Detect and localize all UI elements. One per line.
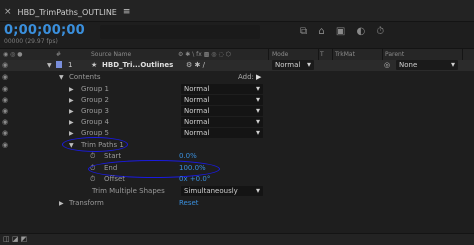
- column-header-mode[interactable]: Mode: [272, 51, 288, 58]
- chevron-down-icon: ▾: [255, 106, 260, 115]
- group-label: Group 1: [81, 85, 109, 93]
- chevron-down-icon: ▾: [450, 60, 455, 69]
- close-tab-icon[interactable]: ×: [4, 7, 12, 17]
- panel-menu-icon[interactable]: ≡: [123, 7, 131, 17]
- parent-dropdown[interactable]: None ▾: [396, 60, 458, 70]
- layer-row[interactable]: ◉ ▼ 1 ★ HBD_Tri...Outlines ⚙ ✱ / Normal …: [0, 60, 474, 71]
- annotation-circle-trim-paths: [62, 137, 128, 152]
- column-header-number: #: [56, 51, 62, 58]
- eye-icon[interactable]: ◉: [2, 141, 8, 149]
- group-blend-mode-dropdown[interactable]: Normal ▾: [181, 106, 263, 116]
- contents-row[interactable]: ◉ ▼ Contents Add: ▶: [0, 72, 474, 83]
- trim-multiple-label: Trim Multiple Shapes: [92, 187, 165, 195]
- layer-search-input[interactable]: [100, 25, 260, 39]
- triangle-down-icon[interactable]: ▼: [59, 74, 64, 81]
- column-header-switches: ⚙ ✱ \ fx ▩ ◎ ◌ ⬡: [178, 51, 231, 58]
- group-label: Group 5: [81, 129, 109, 137]
- triangle-right-icon[interactable]: ▶: [69, 130, 74, 137]
- timeline-bottom-bar: ◫ ◪ ◩: [0, 233, 474, 245]
- trim-start-value[interactable]: 0.0%: [179, 152, 197, 160]
- eye-icon[interactable]: ◉: [2, 61, 8, 69]
- timeline-toolbar-icons[interactable]: ⧉ ⌂ ▣ ◐ ⏱: [300, 26, 388, 37]
- add-button-icon[interactable]: ▶: [256, 73, 261, 81]
- stopwatch-icon[interactable]: ⏱: [90, 152, 95, 161]
- group-row[interactable]: ◉ ▶ Group 5 Normal ▾: [0, 128, 474, 139]
- stopwatch-icon[interactable]: ⏱: [90, 175, 95, 184]
- frame-rate-label: 00000 (29.97 fps): [4, 38, 58, 45]
- chevron-down-icon: ▾: [255, 186, 260, 195]
- layer-name[interactable]: HBD_Tri...Outlines: [102, 61, 173, 69]
- trim-start-label: Start: [104, 152, 122, 160]
- layer-mode-dropdown[interactable]: Normal ▾: [272, 60, 314, 70]
- group-row[interactable]: ◉ ▶ Group 1 Normal ▾: [0, 84, 474, 95]
- trim-offset-value[interactable]: 0x +0.0°: [179, 175, 210, 183]
- trim-multiple-dropdown[interactable]: Simultaneously ▾: [181, 186, 263, 196]
- eye-icon[interactable]: ◉: [2, 73, 8, 81]
- trim-offset-label: Offset: [104, 175, 126, 183]
- trim-start-row[interactable]: ⏱ Start 0.0%: [0, 151, 474, 162]
- group-label: Group 3: [81, 107, 109, 115]
- chevron-down-icon: ▾: [255, 84, 260, 93]
- transform-reset-link[interactable]: Reset: [179, 199, 199, 207]
- triangle-right-icon[interactable]: ▶: [69, 119, 74, 126]
- group-row[interactable]: ◉ ▶ Group 3 Normal ▾: [0, 106, 474, 117]
- layer-switches[interactable]: ⚙ ✱ /: [186, 61, 205, 69]
- triangle-right-icon[interactable]: ▶: [69, 108, 74, 115]
- chevron-down-icon: ▾: [255, 117, 260, 126]
- chevron-down-icon: ▾: [255, 95, 260, 104]
- chevron-down-icon: ▾: [306, 60, 311, 69]
- parent-pickwhip-icon[interactable]: ◎: [384, 61, 390, 69]
- chevron-down-icon: ▾: [255, 128, 260, 137]
- composition-tab[interactable]: × HBD_TrimPaths_OUTLINE ≡: [4, 5, 131, 19]
- group-row[interactable]: ◉ ▶ Group 4 Normal ▾: [0, 117, 474, 128]
- group-blend-mode-dropdown[interactable]: Normal ▾: [181, 128, 263, 138]
- trim-end-row[interactable]: ⏱ End 100.0%: [0, 163, 474, 174]
- group-blend-mode-dropdown[interactable]: Normal ▾: [181, 84, 263, 94]
- current-time-display[interactable]: 0;00;00;00: [4, 23, 85, 38]
- column-header-source-name[interactable]: Source Name: [91, 51, 131, 58]
- triangle-right-icon[interactable]: ▶: [69, 86, 74, 93]
- transform-row[interactable]: ▶ Transform Reset: [0, 198, 474, 209]
- group-row[interactable]: ◉ ▶ Group 2 Normal ▾: [0, 95, 474, 106]
- contents-label: Contents: [69, 73, 101, 81]
- panel-tab-bar: × HBD_TrimPaths_OUTLINE ≡: [0, 0, 474, 22]
- eye-icon[interactable]: ◉: [2, 129, 8, 137]
- group-label: Group 2: [81, 96, 109, 104]
- group-label: Group 4: [81, 118, 109, 126]
- column-header-t: T: [320, 51, 324, 58]
- eye-icon[interactable]: ◉: [2, 96, 8, 104]
- triangle-down-icon[interactable]: ▼: [47, 62, 52, 69]
- layer-number: 1: [68, 61, 73, 69]
- add-label: Add:: [238, 73, 254, 81]
- triangle-right-icon[interactable]: ▶: [69, 97, 74, 104]
- eye-icon[interactable]: ◉: [2, 118, 8, 126]
- eye-icon[interactable]: ◉: [2, 85, 8, 93]
- trim-offset-row[interactable]: ⏱ Offset 0x +0.0°: [0, 174, 474, 185]
- composition-tab-title: HBD_TrimPaths_OUTLINE: [17, 7, 117, 17]
- trim-multiple-row[interactable]: Trim Multiple Shapes Simultaneously ▾: [0, 186, 474, 197]
- group-blend-mode-dropdown[interactable]: Normal ▾: [181, 95, 263, 105]
- av-switch-header-icon: ◉ ◎ ●: [3, 51, 23, 58]
- group-blend-mode-dropdown[interactable]: Normal ▾: [181, 117, 263, 127]
- toggle-switches-icon[interactable]: ◫ ◪ ◩: [3, 235, 27, 243]
- shape-layer-icon: ★: [91, 61, 98, 69]
- column-header-trkmat[interactable]: TrkMat: [335, 51, 355, 58]
- eye-icon[interactable]: ◉: [2, 107, 8, 115]
- transform-label: Transform: [69, 199, 104, 207]
- layer-label-color[interactable]: [56, 61, 62, 68]
- column-header-parent[interactable]: Parent: [385, 51, 404, 58]
- triangle-right-icon[interactable]: ▶: [59, 200, 64, 207]
